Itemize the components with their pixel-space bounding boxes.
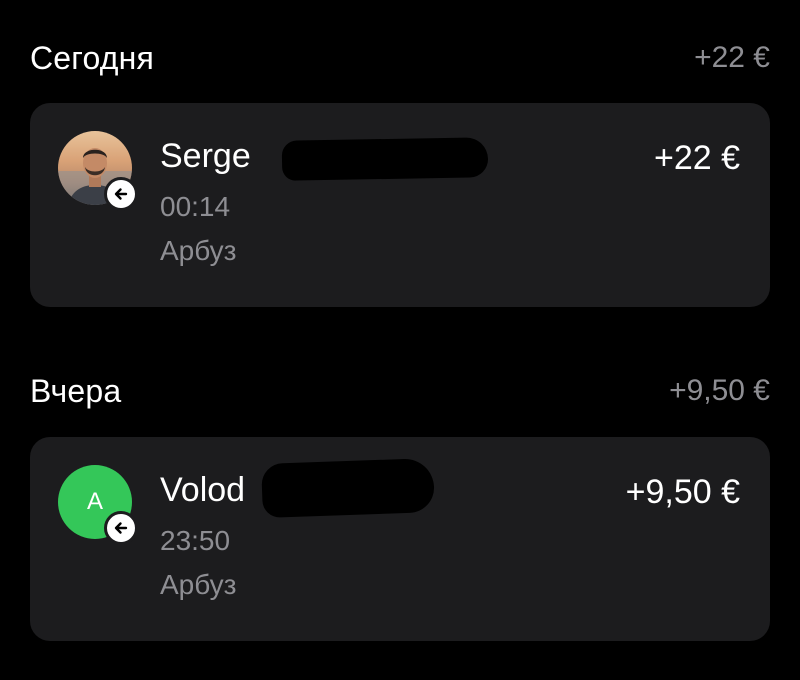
- transaction-card[interactable]: Serge +22 € 00:14 Арбуз: [30, 103, 770, 307]
- avatar: A: [58, 465, 138, 545]
- transaction-card[interactable]: A Volod +9,50 € 23:50 Арбуз: [30, 437, 770, 641]
- redaction-mark: [281, 137, 489, 181]
- section-total: +22 €: [694, 41, 770, 74]
- transaction-merchant: Арбуз: [160, 235, 237, 266]
- transaction-name: Volod: [160, 471, 246, 509]
- avatar: [58, 131, 138, 211]
- transaction-amount: +9,50 €: [625, 473, 740, 511]
- section-header-today: Сегодня +22 €: [30, 38, 770, 78]
- redaction-mark: [261, 458, 435, 518]
- section-title: Вчера: [30, 372, 122, 409]
- transaction-amount: +22 €: [653, 139, 740, 177]
- transaction-name: Serge: [160, 137, 251, 175]
- incoming-arrow-icon: [104, 177, 138, 211]
- section-header-yesterday: Вчера +9,50 €: [30, 371, 770, 411]
- transaction-time: 23:50: [160, 525, 231, 556]
- transaction-time: 00:14: [160, 191, 231, 222]
- transaction-merchant: Арбуз: [160, 569, 237, 600]
- incoming-arrow-icon: [104, 511, 138, 545]
- section-title: Сегодня: [30, 39, 155, 76]
- section-total: +9,50 €: [669, 374, 770, 407]
